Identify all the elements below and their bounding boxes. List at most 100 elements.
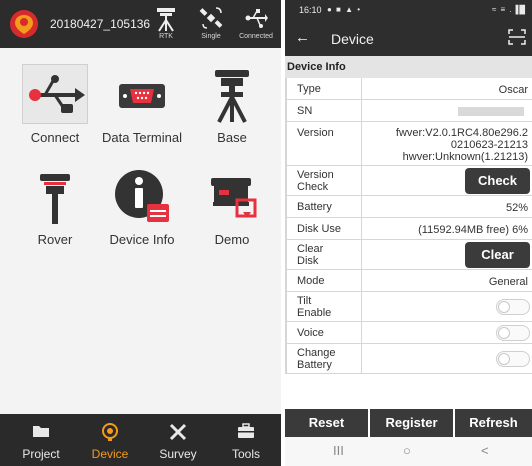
row-tilt-enable: Tilt Enable <box>285 292 532 322</box>
rtk-label: RTK <box>159 33 173 40</box>
row-version-check-key: Version Check <box>285 166 362 195</box>
connection-status[interactable]: Connected <box>236 6 276 44</box>
row-mode: Mode General <box>285 270 532 292</box>
tilt-enable-toggle[interactable] <box>496 299 530 315</box>
row-clear-disk: Clear Disk Clear <box>285 240 532 270</box>
demo-icon <box>211 178 257 218</box>
tile-rover-icon-box <box>22 166 88 226</box>
row-voice-key: Voice <box>285 322 362 343</box>
row-mode-label: Mode <box>297 275 325 287</box>
left-app-screen: 20180427_105136 RTK Single Connected Con… <box>0 0 281 466</box>
row-disk-use: Disk Use (11592.94MB free) 6% <box>285 218 532 240</box>
toggle-knob <box>498 327 510 339</box>
tile-data-terminal-icon-box <box>109 64 175 124</box>
register-button[interactable]: Register <box>370 409 453 437</box>
status-time: 16:10 <box>299 5 322 15</box>
usb-connected-icon <box>245 9 268 28</box>
nav-survey-label: Survey <box>159 447 197 461</box>
voice-toggle[interactable] <box>496 325 530 341</box>
row-sn: SN <box>285 100 532 122</box>
row-change-battery-label2: Battery <box>297 359 332 371</box>
row-battery-label: Battery <box>297 201 332 213</box>
row-tilt-enable-key: Tilt Enable <box>285 292 362 321</box>
notification-icons: ● ■ ▲ • <box>327 5 362 14</box>
home-icon[interactable]: ○ <box>403 443 411 458</box>
tile-device-info-label: Device Info <box>109 232 175 247</box>
recents-icon[interactable]: III <box>333 443 344 458</box>
base-station-icon <box>215 70 249 123</box>
row-clear-disk-label2: Disk <box>297 255 319 267</box>
top-status-bar: 20180427_105136 RTK Single Connected <box>0 0 281 48</box>
tile-rover[interactable]: Rover <box>10 160 100 260</box>
nav-device[interactable]: Device <box>75 414 145 466</box>
row-version-value-cell: fwver:V2.0.1RC4.80e296.2 0210623-21213 h… <box>363 122 528 165</box>
row-change-battery-key: Change Battery <box>285 344 362 373</box>
tile-device-info[interactable]: Device Info <box>97 160 187 260</box>
row-mode-key: Mode <box>285 270 362 291</box>
row-version-check: Version Check Check <box>285 166 532 196</box>
app-bar: ← Device <box>285 20 532 56</box>
tile-demo-label: Demo <box>214 232 250 247</box>
row-sn-key: SN <box>285 100 362 121</box>
tile-demo[interactable]: Demo <box>187 160 277 260</box>
row-disk-use-key: Disk Use <box>285 218 362 239</box>
row-type-value: Oscar <box>498 84 528 96</box>
system-status-bar: 16:10 ● ■ ▲ • ≈ ≡ .▐█ <box>285 0 532 20</box>
nav-survey[interactable]: Survey <box>143 414 213 466</box>
row-change-battery-label1: Change <box>297 347 336 359</box>
nav-project[interactable]: Project <box>6 414 76 466</box>
survey-icon <box>169 423 187 441</box>
tile-base[interactable]: Base <box>187 58 277 158</box>
row-battery-value-cell: 52% <box>363 196 528 217</box>
row-voice-label: Voice <box>297 327 324 339</box>
folder-icon <box>33 426 49 437</box>
row-mode-value-cell: General <box>363 270 528 291</box>
row-battery-key: Battery <box>285 196 362 217</box>
row-sn-value-cell <box>363 100 528 121</box>
change-battery-toggle[interactable] <box>496 351 530 367</box>
row-disk-use-label: Disk Use <box>297 223 342 235</box>
row-clear-disk-key: Clear Disk <box>285 240 362 269</box>
scan-icon[interactable] <box>508 29 526 45</box>
row-clear-disk-label1: Clear <box>297 243 324 255</box>
clear-button[interactable]: Clear <box>465 242 530 268</box>
row-version-check-label1: Version <box>297 169 334 181</box>
refresh-button[interactable]: Refresh <box>455 409 532 437</box>
back-arrow-icon[interactable]: ← <box>295 29 310 46</box>
row-sn-label: SN <box>297 105 313 117</box>
rover-icon <box>40 174 70 224</box>
section-header: Device Info <box>285 56 532 78</box>
serial-port-icon <box>119 84 165 108</box>
right-app-screen: 16:10 ● ■ ▲ • ≈ ≡ .▐█ ← Device Device In… <box>285 0 532 466</box>
reset-button[interactable]: Reset <box>285 409 368 437</box>
row-disk-use-value-cell: (11592.94MB free) 6% <box>363 218 528 239</box>
satellite-label: Single <box>201 33 221 40</box>
row-change-battery: Change Battery <box>285 344 532 374</box>
nav-tools[interactable]: Tools <box>211 414 281 466</box>
row-type-label: Type <box>297 83 321 95</box>
satellite-icon <box>199 7 223 29</box>
toggle-knob <box>498 353 510 365</box>
rtk-status[interactable]: RTK <box>146 6 186 44</box>
check-button[interactable]: Check <box>465 168 530 194</box>
serial-number-redacted <box>458 107 524 116</box>
back-nav-icon[interactable]: < <box>481 443 489 458</box>
project-title: 20180427_105136 <box>50 17 151 31</box>
row-tilt-enable-label1: Tilt <box>297 295 312 307</box>
nav-tools-label: Tools <box>231 447 260 461</box>
row-version: Version fwver:V2.0.1RC4.80e296.2 0210623… <box>285 122 532 166</box>
section-title: Device Info <box>287 61 346 73</box>
tile-data-terminal[interactable]: Data Terminal <box>97 58 187 158</box>
row-battery: Battery 52% <box>285 196 532 218</box>
device-icon <box>102 423 118 441</box>
row-voice: Voice <box>285 322 532 344</box>
tile-connect[interactable]: Connect <box>10 58 100 158</box>
row-version-key: Version <box>285 122 362 165</box>
device-info-table: Type Oscar SN Version fwver:V2.0.1RC4.80… <box>285 78 532 374</box>
connection-label: Connected <box>239 33 273 40</box>
row-version-check-label2: Check <box>297 181 329 193</box>
info-icon <box>115 170 169 222</box>
battery-value: 52% <box>505 202 528 214</box>
toolbox-icon <box>238 423 254 438</box>
satellite-status[interactable]: Single <box>191 6 231 44</box>
